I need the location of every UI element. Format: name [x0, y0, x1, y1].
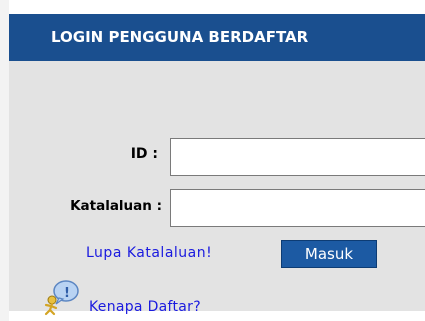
password-input[interactable] — [170, 189, 425, 227]
left-edge-strip — [0, 0, 9, 321]
id-input[interactable] — [170, 138, 425, 176]
id-label: ID : — [130, 146, 158, 162]
login-page: LOGIN PENGGUNA BERDAFTAR ID : Katalaluan… — [0, 0, 425, 321]
password-label: Katalaluan : — [70, 198, 162, 214]
forgot-password-link[interactable]: Lupa Katalaluan! — [86, 245, 212, 261]
login-panel: LOGIN PENGGUNA BERDAFTAR ID : Katalaluan… — [9, 14, 425, 316]
help-person-icon-graphic: ! — [44, 280, 79, 316]
login-button[interactable]: Masuk — [281, 240, 377, 268]
panel-title: LOGIN PENGGUNA BERDAFTAR — [9, 14, 425, 61]
svg-text:!: ! — [64, 286, 70, 301]
why-register-link[interactable]: Kenapa Daftar? — [89, 299, 201, 315]
help-person-icon: ! — [41, 278, 81, 316]
